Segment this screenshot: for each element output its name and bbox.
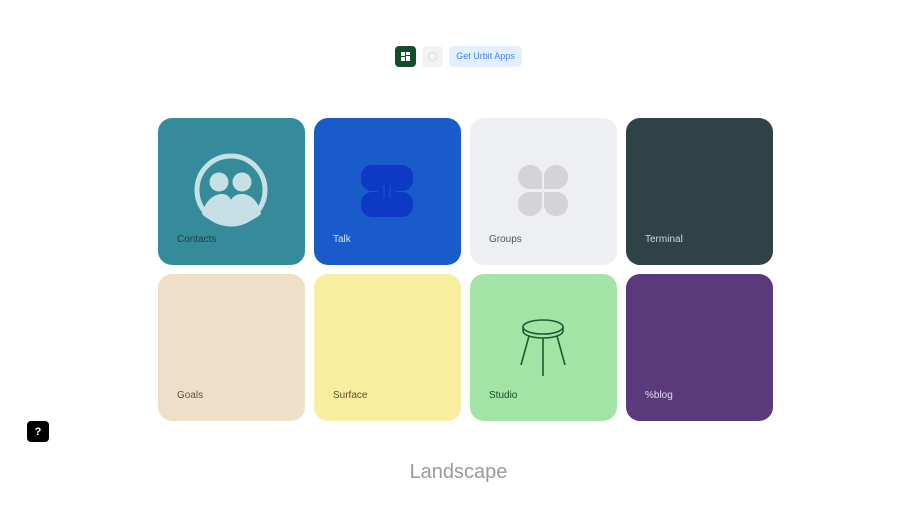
get-urbit-apps-button[interactable]: Get Urbit Apps xyxy=(449,45,522,67)
tile-label: %blog xyxy=(645,390,673,401)
tile-groups[interactable]: Groups xyxy=(470,118,617,265)
tile-label: Talk xyxy=(333,234,351,245)
urbit-logo-icon xyxy=(401,51,411,61)
tile-blog[interactable]: %blog xyxy=(626,274,773,421)
home-button[interactable] xyxy=(395,45,417,67)
tile-terminal[interactable]: Terminal xyxy=(626,118,773,265)
notifications-button[interactable] xyxy=(422,45,444,67)
tile-label: Goals xyxy=(177,390,204,401)
tile-goals[interactable]: Goals xyxy=(158,274,305,421)
tile-label: Contacts xyxy=(177,234,217,245)
tile-label: Studio xyxy=(489,390,518,401)
tile-talk[interactable]: Talk xyxy=(314,118,461,265)
help-button[interactable]: ? xyxy=(27,421,49,442)
tile-surface[interactable]: Surface xyxy=(314,274,461,421)
page-title: Landscape xyxy=(409,461,508,483)
app-grid: Contacts Talk Groups Terminal Goals Surf… xyxy=(158,118,773,421)
tile-studio[interactable]: Studio xyxy=(470,274,617,421)
top-bar: Get Urbit Apps xyxy=(0,45,917,67)
tile-contacts[interactable]: Contacts xyxy=(158,118,305,265)
notification-dot-icon xyxy=(427,51,438,61)
tile-label: Surface xyxy=(333,390,368,401)
tile-label: Groups xyxy=(489,234,522,245)
tile-label: Terminal xyxy=(645,234,683,245)
